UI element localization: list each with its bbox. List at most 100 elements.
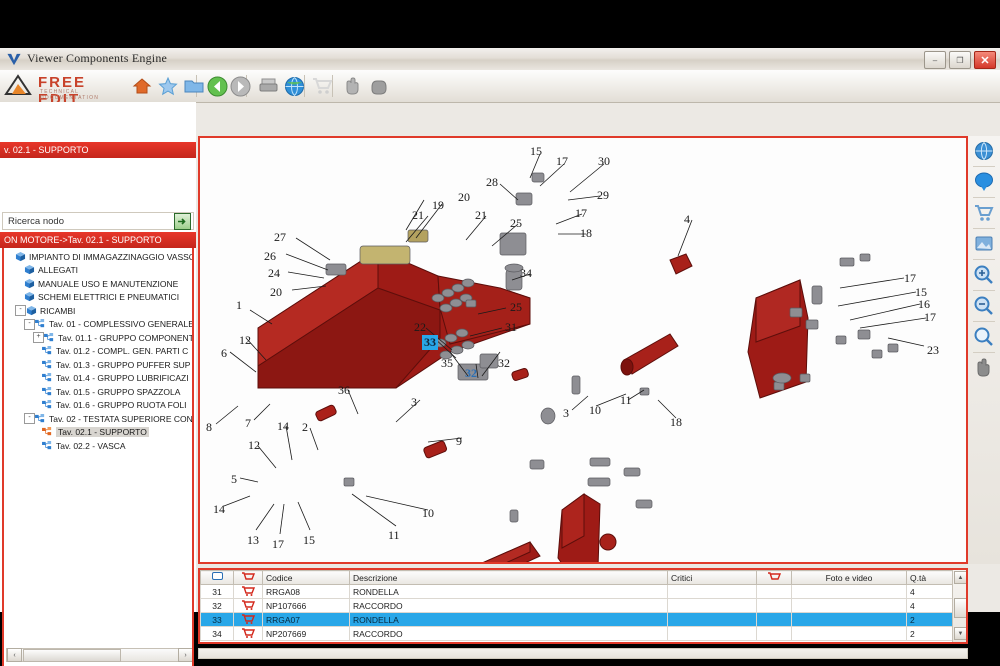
callout-number[interactable]: 21: [475, 208, 487, 223]
th-cart[interactable]: [233, 570, 263, 585]
scroll-thumb[interactable]: [23, 648, 121, 662]
callout-number[interactable]: 19: [432, 198, 444, 213]
table-scroll-thumb[interactable]: [954, 598, 966, 618]
callout-number[interactable]: 13: [247, 533, 259, 548]
maximize-button[interactable]: ❐: [949, 51, 971, 69]
callout-number[interactable]: 14: [213, 502, 225, 517]
callout-number[interactable]: 4: [684, 212, 690, 227]
tree-item[interactable]: + Tav. 01.1 - GRUPPO COMPONENT: [6, 331, 192, 345]
table-row[interactable]: 33 RRGA07 RONDELLA 2: [200, 612, 966, 627]
callout-number[interactable]: 11: [620, 393, 632, 408]
callout-number[interactable]: 11: [388, 528, 400, 543]
back-arrow-icon[interactable]: [205, 74, 229, 98]
open-folder-icon[interactable]: [182, 74, 206, 98]
callout-number[interactable]: 26: [264, 249, 276, 264]
callout-number[interactable]: 22: [414, 320, 426, 335]
shopping-cart-icon[interactable]: [310, 74, 334, 98]
tree-item[interactable]: Tav. 01.3 - GRUPPO PUFFER SUP: [6, 358, 192, 372]
tree-item[interactable]: - Tav. 01 - COMPLESSIVO GENERALE: [6, 318, 192, 332]
print-icon[interactable]: [256, 74, 280, 98]
scroll-right-button[interactable]: ›: [178, 648, 192, 662]
table-vertical-scrollbar[interactable]: ▲ ▼: [952, 570, 966, 642]
callout-number[interactable]: 6: [221, 346, 227, 361]
callout-number[interactable]: 8: [206, 420, 212, 435]
callout-number[interactable]: 35: [441, 356, 453, 371]
node-tree[interactable]: IMPIANTO DI IMMAGAZZINAGGIO VASSOI ALLEGA…: [2, 248, 194, 666]
callout-number[interactable]: 20: [458, 190, 470, 205]
callout-number[interactable]: 17: [924, 310, 936, 325]
tree-toggle[interactable]: -: [24, 318, 35, 330]
tree-item[interactable]: Tav. 01.5 - GRUPPO SPAZZOLA: [6, 385, 192, 399]
callout-number[interactable]: 32: [498, 356, 510, 371]
callout-number[interactable]: 17: [556, 154, 568, 169]
row-cart-icon[interactable]: [233, 612, 263, 627]
callout-number[interactable]: 17: [272, 537, 284, 552]
home-icon[interactable]: [130, 74, 154, 98]
th-descrizione[interactable]: Descrizione: [349, 570, 668, 585]
callout-number[interactable]: 32: [465, 366, 477, 381]
pan-hand-icon[interactable]: [971, 356, 997, 380]
table-scroll-up-button[interactable]: ▲: [954, 571, 966, 584]
callout-number[interactable]: 34: [520, 266, 532, 281]
diagram-viewer[interactable]: 15 17 30 28 29 17 18 20 19 21 21 25 27 26 24 20 4 17 15 16 1…: [198, 136, 968, 564]
callout-number[interactable]: 15: [303, 533, 315, 548]
th-critici[interactable]: Critici: [667, 570, 757, 585]
tree-item[interactable]: Tav. 01.4 - GRUPPO LUBRIFICAZI: [6, 372, 192, 386]
tree-item[interactable]: IMPIANTO DI IMMAGAZZINAGGIO VASSOI: [6, 250, 192, 264]
callout-number[interactable]: 28: [486, 175, 498, 190]
tree-item[interactable]: Tav. 01.2 - COMPL. GEN. PARTI C: [6, 345, 192, 359]
search-input[interactable]: [6, 214, 170, 228]
callout-number[interactable]: 30: [598, 154, 610, 169]
balloon-icon[interactable]: [971, 170, 997, 194]
close-button[interactable]: ✕: [974, 51, 996, 69]
tree-toggle[interactable]: +: [33, 332, 44, 344]
globe-icon[interactable]: [282, 74, 306, 98]
tree-item[interactable]: Tav. 02.2 - VASCA: [6, 439, 192, 453]
zoom-in-icon[interactable]: [971, 263, 997, 287]
callout-number[interactable]: 3: [563, 406, 569, 421]
hand-pointer-icon[interactable]: [340, 74, 364, 98]
callout-number[interactable]: 18: [580, 226, 592, 241]
minimize-button[interactable]: –: [924, 51, 946, 69]
callout-number[interactable]: 7: [245, 416, 251, 431]
tree-item[interactable]: Tav. 02.1 - SUPPORTO: [6, 426, 192, 440]
table-row[interactable]: 31 RRGA08 RONDELLA 4: [200, 584, 966, 599]
th-codice[interactable]: Codice: [262, 570, 350, 585]
tree-item[interactable]: ALLEGATI: [6, 264, 192, 278]
forward-arrow-icon[interactable]: [228, 74, 252, 98]
favorites-star-icon[interactable]: [156, 74, 180, 98]
callout-number[interactable]: 27: [274, 230, 286, 245]
callout-number[interactable]: 12: [239, 333, 251, 348]
tree-horizontal-scrollbar[interactable]: ‹ ›: [6, 648, 192, 662]
search-row[interactable]: [2, 212, 194, 230]
row-cart-icon[interactable]: [233, 626, 263, 641]
globe-icon[interactable]: [971, 139, 997, 163]
callout-number[interactable]: 17: [575, 206, 587, 221]
tree-item[interactable]: - RICAMBI: [6, 304, 192, 318]
zoom-fit-icon[interactable]: [971, 325, 997, 349]
callout-number[interactable]: 15: [530, 144, 542, 159]
callout-number[interactable]: 23: [927, 343, 939, 358]
table-row[interactable]: 34 NP207669 RACCORDO 2: [200, 626, 966, 641]
callout-number[interactable]: 17: [904, 271, 916, 286]
callout-number[interactable]: 9: [456, 434, 462, 449]
th-critici-cart[interactable]: [756, 570, 792, 585]
shopping-cart-icon[interactable]: [971, 201, 997, 225]
callout-number[interactable]: 24: [268, 266, 280, 281]
callout-number[interactable]: 2: [302, 420, 308, 435]
callout-number[interactable]: 29: [597, 188, 609, 203]
callout-number[interactable]: 12: [248, 438, 260, 453]
callout-number[interactable]: 18: [670, 415, 682, 430]
callout-number[interactable]: 10: [422, 506, 434, 521]
row-cart-icon[interactable]: [233, 598, 263, 613]
th-foto-video[interactable]: Foto e video: [791, 570, 907, 585]
callout-number[interactable]: 10: [589, 403, 601, 418]
tree-item[interactable]: Tav. 01.6 - GRUPPO RUOTA FOLI: [6, 399, 192, 413]
tree-toggle[interactable]: -: [15, 305, 26, 317]
callout-number[interactable]: 21: [412, 208, 424, 223]
tree-item[interactable]: - Tav. 02 - TESTATA SUPERIORE CON: [6, 412, 192, 426]
callout-number[interactable]: 25: [510, 300, 522, 315]
callout-number[interactable]: 31: [505, 320, 517, 335]
th-speech-bubble[interactable]: [200, 570, 234, 585]
callout-number[interactable]: 36: [338, 383, 350, 398]
